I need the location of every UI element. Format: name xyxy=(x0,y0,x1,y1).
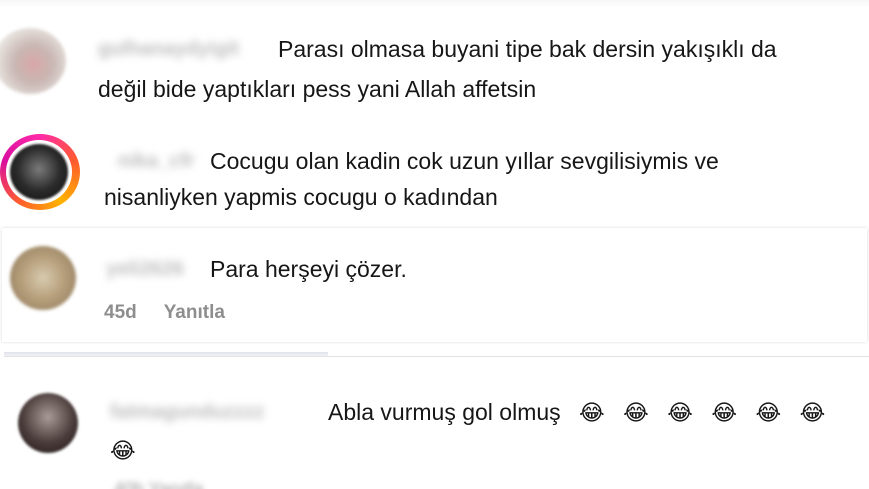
comment-item: fatmagunduzzzz Abla vurmuş gol olmuş 😂 😂… xyxy=(4,356,869,489)
comment-time: 45d xyxy=(104,302,137,323)
comment-text-line-2: 😂 xyxy=(110,431,136,471)
comment-text-line: değil bide yaptıkları pess yani Allah af… xyxy=(98,76,537,102)
avatar[interactable] xyxy=(0,28,66,94)
comment-username[interactable]: nika_cfr xyxy=(118,150,195,173)
comment-username[interactable]: fatmagunduzzzz xyxy=(110,401,264,424)
avatar[interactable] xyxy=(10,246,76,310)
laughing-emoji: 😂 xyxy=(711,401,738,426)
comment-text-line: Abla vurmuş gol olmuş xyxy=(328,399,561,425)
comment-username[interactable]: yeli2626 xyxy=(106,258,184,281)
laughing-emoji: 😂 xyxy=(623,401,649,426)
avatar[interactable] xyxy=(18,393,78,453)
laughing-emoji: 😂 xyxy=(579,401,605,426)
comment-text: Abla vurmuş gol olmuş 😂 😂 😂 😂 😂 😂 xyxy=(328,393,825,433)
comment-meta: 45d Yanıtla xyxy=(104,302,247,324)
comment-text-line: Para herşeyi çözer. xyxy=(210,256,407,282)
laughing-emoji: 😂 xyxy=(755,401,782,426)
comment-text-line: nisanliyken yapmis cocugu o kadından xyxy=(104,184,498,210)
laughing-emoji: 😂 xyxy=(799,401,826,426)
story-ring-avatar[interactable] xyxy=(0,134,80,210)
comment-text-line: Cocugu olan kadin cok uzun yıllar sevgil… xyxy=(210,148,719,174)
comment-text-line: Parası olmasa buyani tipe bak dersin yak… xyxy=(278,36,777,62)
laughing-emoji: 😂 xyxy=(667,401,693,426)
reply-button[interactable]: Yanıtla xyxy=(164,302,225,323)
comment-meta: 40h Yanıtla xyxy=(114,479,204,489)
comment-item: yeli2626 Para herşeyi çözer. 45d Yanıtla xyxy=(2,228,867,342)
comment-username[interactable]: gulhanaydyigit xyxy=(98,38,239,61)
avatar xyxy=(10,144,68,200)
comment-item: gulhanaydyigit Parası olmasa buyani tipe… xyxy=(0,0,869,122)
divider xyxy=(0,0,869,8)
laughing-emoji: 😂 xyxy=(110,439,136,464)
